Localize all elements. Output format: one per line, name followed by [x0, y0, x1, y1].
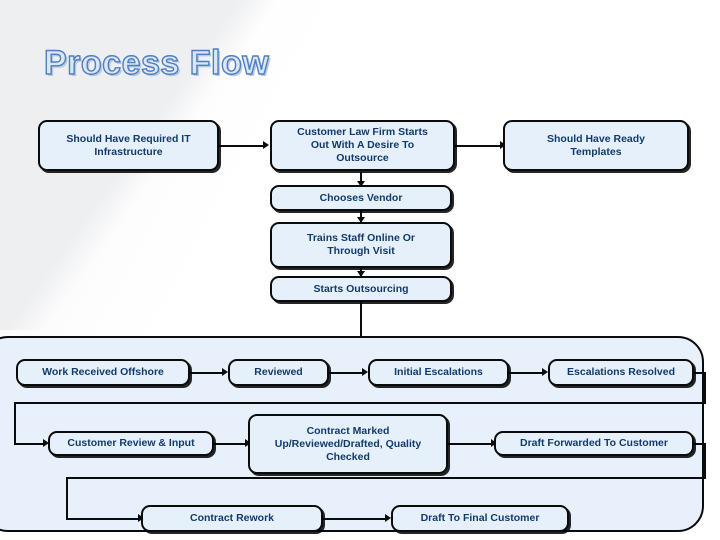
connector-return-row1-down-left — [14, 402, 16, 444]
connector-contract-marked-to-draft-forwarded — [448, 443, 494, 445]
node-draft-forwarded-to-customer[interactable]: Draft Forwarded To Customer — [494, 431, 694, 456]
connector-it-to-customer — [219, 145, 265, 147]
connector-reviewed-to-initial-escalations — [329, 372, 365, 374]
connector-customer-review-to-contract-marked — [214, 443, 248, 445]
node-should-have-required-it-infrastructure[interactable]: Should Have Required IT Infrastructure — [38, 120, 219, 171]
connector-starts-to-lower-panel — [360, 302, 362, 338]
node-customer-law-firm-desire[interactable]: Customer Law Firm Starts Out With A Desi… — [270, 120, 455, 171]
node-work-received-offshore[interactable]: Work Received Offshore — [16, 359, 190, 386]
connector-customer-to-templates — [455, 145, 503, 147]
node-should-have-ready-templates[interactable]: Should Have Ready Templates — [503, 120, 689, 171]
connector-contract-rework-to-draft-final — [323, 518, 388, 520]
node-draft-to-final-customer[interactable]: Draft To Final Customer — [391, 505, 569, 532]
node-chooses-vendor[interactable]: Chooses Vendor — [270, 185, 452, 211]
node-customer-review-and-input[interactable]: Customer Review & Input — [48, 431, 214, 456]
connector-work-to-reviewed — [190, 372, 225, 374]
connector-initial-to-escalations-resolved — [509, 372, 545, 374]
connector-into-customer-review — [14, 443, 46, 445]
connector-return-row2-to-row3 — [66, 477, 706, 479]
connector-resolved-down — [704, 372, 706, 404]
page-title: Process Flow — [43, 43, 270, 82]
process-flow-slide: Process Flow Should Have Required IT Inf… — [0, 0, 720, 540]
node-reviewed[interactable]: Reviewed — [228, 359, 329, 386]
connector-return-row1-to-row2 — [14, 402, 706, 404]
node-escalations-resolved[interactable]: Escalations Resolved — [548, 359, 694, 386]
connector-into-contract-rework — [66, 518, 141, 520]
arrow-it-to-customer — [263, 141, 269, 149]
node-contract-rework[interactable]: Contract Rework — [141, 505, 323, 532]
connector-draft-forwarded-down — [704, 443, 706, 478]
node-contract-marked-up[interactable]: Contract Marked Up/Reviewed/Drafted, Qua… — [248, 414, 448, 474]
connector-return-row2-down-left — [66, 477, 68, 519]
node-initial-escalations[interactable]: Initial Escalations — [368, 359, 509, 386]
node-trains-staff-online-or-through-visit[interactable]: Trains Staff Online Or Through Visit — [270, 222, 452, 268]
node-starts-outsourcing[interactable]: Starts Outsourcing — [270, 276, 452, 302]
